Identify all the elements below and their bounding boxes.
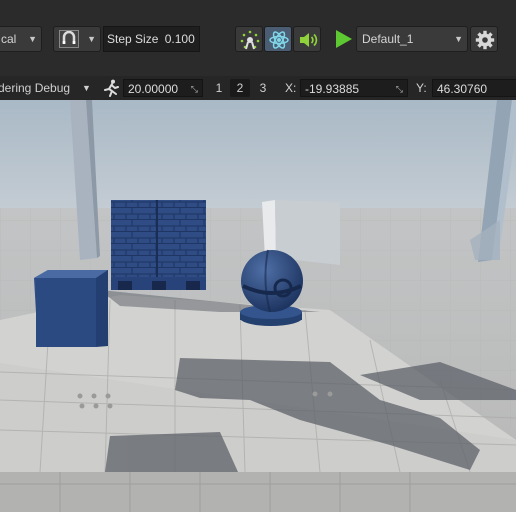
camera-speed-value: 20.00000 (128, 82, 179, 96)
layout-button-3[interactable]: 3 (253, 79, 273, 97)
magnet-icon (59, 30, 79, 48)
profile-dropdown[interactable]: Default_1 ▼ (356, 26, 468, 52)
3d-viewport[interactable] (0, 100, 516, 512)
audio-toggle-button[interactable] (293, 26, 321, 52)
profile-value: Default_1 (362, 32, 414, 46)
layout-button-2[interactable]: 2 (230, 79, 250, 97)
viewport-scene (0, 100, 516, 512)
settings-button[interactable] (470, 26, 498, 52)
x-coordinate-label: X: (285, 81, 297, 95)
particles-toggle-button[interactable] (235, 26, 263, 52)
atom-icon (268, 29, 290, 54)
chevron-down-icon: ▼ (82, 83, 91, 93)
play-button[interactable] (329, 26, 355, 52)
render-debug-value: dering Debug (0, 81, 71, 95)
chevron-down-icon: ▼ (87, 34, 96, 44)
snap-mode-dropdown[interactable]: ▼ (53, 26, 101, 52)
coordinate-space-value: cal (1, 32, 17, 46)
speaker-icon (297, 29, 319, 54)
step-size-value[interactable]: 0.100 (165, 32, 195, 46)
camera-speed-field[interactable]: 20.00000 ⤡ (123, 79, 203, 97)
render-debug-dropdown[interactable]: dering Debug ▼ (0, 76, 94, 100)
x-coordinate-value: -19.93885 (305, 82, 360, 96)
play-icon (332, 28, 354, 53)
y-coordinate-value: 46.30760 (437, 82, 488, 96)
chevron-down-icon: ▼ (28, 34, 37, 44)
drag-resize-icon: ⤡ (395, 84, 403, 94)
gear-icon (475, 30, 495, 53)
debug-toolbar: dering Debug ▼ 20.00000 ⤡ 1 2 3 X: -19.9… (0, 76, 516, 100)
drag-resize-icon: ⤡ (190, 84, 198, 94)
y-coordinate-label: Y: (416, 81, 427, 95)
step-size-label: Step Size (107, 32, 159, 46)
blue-cube (34, 270, 108, 347)
physics-toggle-button[interactable] (264, 26, 292, 52)
y-coordinate-field[interactable]: 46.30760 (432, 79, 516, 97)
step-size-field[interactable]: Step Size 0.100 (103, 26, 200, 52)
main-toolbar: cal ▼ ▼ Step Size 0.100 Default_1 ▼ (0, 0, 516, 76)
particles-icon (239, 29, 261, 54)
coordinate-space-dropdown[interactable]: cal ▼ (0, 26, 42, 52)
layout-button-1[interactable]: 1 (209, 79, 229, 97)
brick-pallet (111, 200, 206, 290)
x-coordinate-field[interactable]: -19.93885 ⤡ (300, 79, 408, 97)
chevron-down-icon: ▼ (454, 34, 463, 44)
material-sphere (240, 249, 303, 326)
